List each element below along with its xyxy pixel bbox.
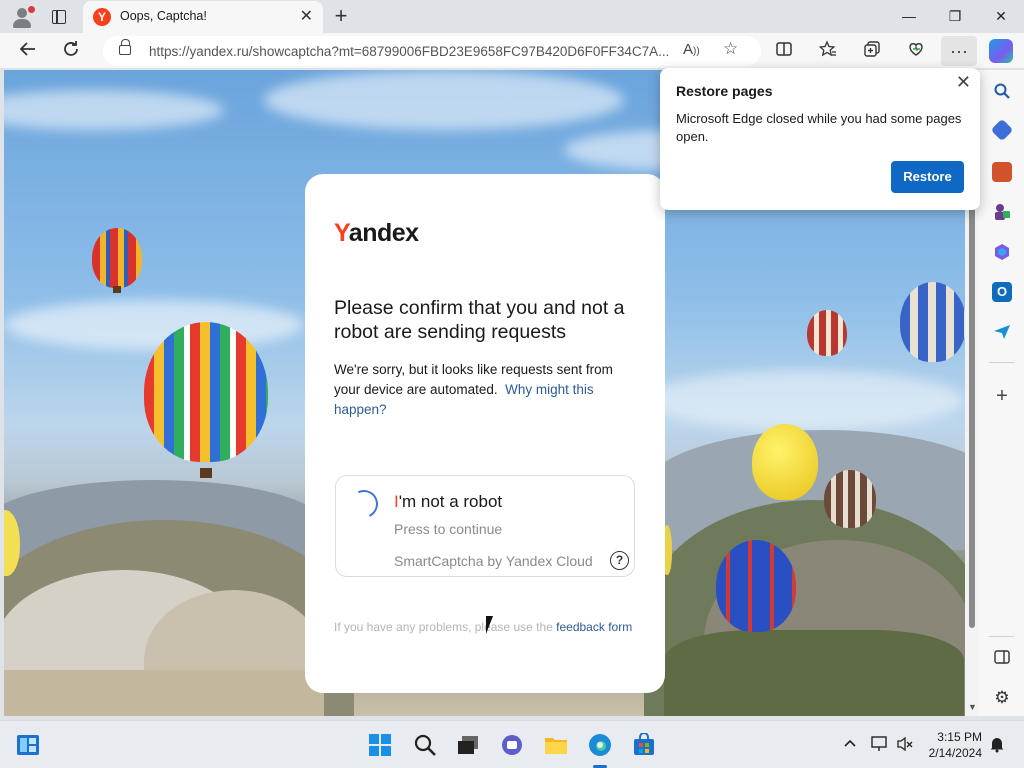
start-button-icon[interactable] [368,733,392,757]
restore-button[interactable]: Restore [891,161,964,193]
minimize-button[interactable]: — [886,0,932,32]
windows-taskbar: 3:15 PM 2/14/2024 [0,720,1024,768]
navigation-toolbar: https://yandex.ru/showcaptcha?mt=6879900… [0,33,1024,69]
not-robot-label[interactable]: I'm not a robot [394,492,502,512]
notifications-bell-icon[interactable] [988,735,1012,759]
tab-actions-icon[interactable] [49,7,69,27]
show-hidden-icons-chevron-icon[interactable] [842,735,866,759]
loading-spinner-icon [346,486,382,522]
new-tab-button[interactable]: + [331,3,351,29]
favorites-icon[interactable] [817,40,839,62]
sidebar-shopping-icon[interactable] [990,118,1014,142]
smartcaptcha-checkbox[interactable]: I'm not a robot Press to continue SmartC… [335,475,635,577]
favorite-star-icon[interactable]: ☆ [723,39,738,59]
feedback-form-link[interactable]: feedback form [556,620,632,634]
edge-sidebar: O + ⚙ [979,70,1024,716]
captcha-description: We're sorry, but it looks like requests … [334,362,613,417]
mouse-cursor-icon [486,616,493,634]
title-bar: Y Oops, Captcha! ✕ + — ❐ ✕ [0,0,1024,33]
refresh-button[interactable] [59,39,83,63]
provider-text: SmartCaptcha by Yandex Cloud [394,553,593,569]
restore-window-button[interactable]: ❐ [932,0,978,32]
taskbar-clock[interactable]: 3:15 PM 2/14/2024 [922,729,982,761]
lock-icon[interactable] [119,39,131,55]
popup-close-icon[interactable]: ✕ [956,72,971,93]
sidebar-hide-icon[interactable] [992,648,1012,668]
sidebar-drop-icon[interactable] [992,322,1012,342]
yandex-favicon-icon: Y [93,8,111,26]
url-text[interactable]: https://yandex.ru/showcaptcha?mt=6879900… [149,44,679,59]
file-explorer-icon[interactable] [544,733,568,757]
close-window-button[interactable]: ✕ [978,0,1024,32]
captcha-heading: Please confirm that you and not a robot … [334,297,625,343]
taskbar-search-icon[interactable] [413,733,437,757]
active-tab[interactable]: Y Oops, Captcha! ✕ [83,1,323,33]
copilot-icon[interactable] [989,39,1013,63]
edge-browser-icon[interactable] [588,733,612,757]
popup-title: Restore pages [676,83,773,99]
sidebar-microsoft365-icon[interactable] [992,242,1012,262]
browser-essentials-icon[interactable] [905,40,927,62]
sidebar-games-icon[interactable] [992,202,1012,222]
settings-more-button[interactable]: ··· [941,36,977,66]
press-to-continue-text: Press to continue [394,521,503,537]
footer-note: If you have any problems, please use the… [334,620,633,634]
teams-chat-icon[interactable] [500,733,524,757]
address-bar[interactable]: https://yandex.ru/showcaptcha?mt=6879900… [103,36,761,66]
volume-muted-icon[interactable] [896,735,920,759]
widgets-icon[interactable] [16,733,40,757]
sidebar-search-icon[interactable] [992,82,1012,102]
yandex-logo[interactable]: Yandex [334,219,419,248]
tab-close-icon[interactable]: ✕ [300,8,313,26]
read-aloud-icon[interactable]: A)) [683,41,700,58]
popup-message: Microsoft Edge closed while you had some… [676,111,962,144]
scroll-down-arrow-icon[interactable]: ▼ [968,702,977,712]
task-view-icon[interactable] [456,733,480,757]
network-icon[interactable] [870,735,894,759]
restore-pages-popup: Restore pages ✕ Microsoft Edge closed wh… [660,68,980,210]
help-icon[interactable]: ? [610,551,629,570]
sidebar-tools-icon[interactable] [992,162,1012,182]
collections-icon[interactable] [861,40,883,62]
microsoft-store-icon[interactable] [632,732,656,757]
profile-icon[interactable] [9,4,35,30]
tab-title: Oops, Captcha! [120,9,207,23]
sidebar-settings-gear-icon[interactable]: ⚙ [992,688,1012,708]
split-screen-icon[interactable] [773,40,795,62]
sidebar-outlook-icon[interactable]: O [992,282,1012,302]
back-button[interactable] [16,39,40,63]
captcha-card: Yandex Please confirm that you and not a… [305,174,665,693]
sidebar-add-icon[interactable]: + [992,386,1012,406]
